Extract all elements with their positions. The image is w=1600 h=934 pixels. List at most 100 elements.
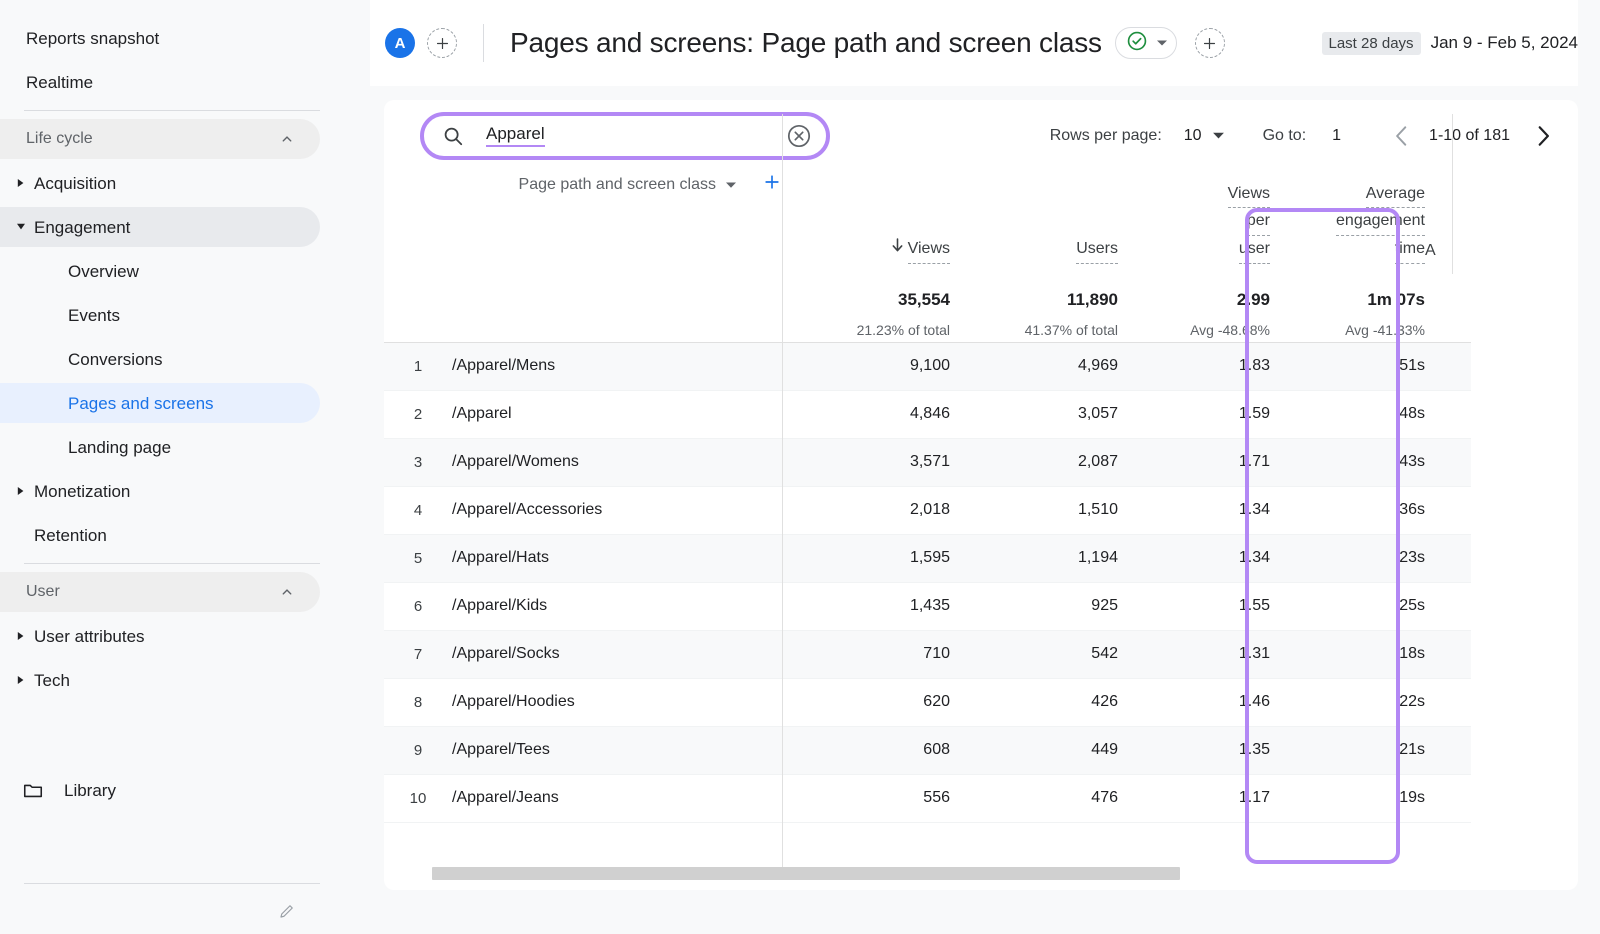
rows-per-page-chevron-down-icon[interactable] xyxy=(1212,127,1225,145)
row-views: 4,846 xyxy=(782,390,950,438)
rows-per-page-value[interactable]: 10 xyxy=(1184,127,1202,145)
row-views-per-user: 1.31 xyxy=(1118,630,1270,678)
dimension-column-header[interactable]: Page path and screen class xyxy=(452,172,782,342)
pagination-controls: Rows per page: 10 Go to: 1 1-10 of 181 xyxy=(1050,123,1578,149)
views-total: 35,554 xyxy=(898,286,950,314)
row-page-path[interactable]: /Apparel xyxy=(452,390,782,438)
sidebar-item-pages-and-screens[interactable]: Pages and screens xyxy=(0,383,320,423)
table-row[interactable]: 6 /Apparel/Kids 1,435 925 1.55 25s xyxy=(384,582,1471,630)
sidebar-item-label: Retention xyxy=(34,527,107,544)
sidebar-item-label: User attributes xyxy=(34,628,145,645)
add-comparison-button[interactable] xyxy=(427,28,457,58)
average-engagement-time-column-header[interactable]: Averageengagementtime 1m 07s Avg -41.33% xyxy=(1270,172,1425,342)
row-extra xyxy=(1425,678,1471,726)
row-page-path[interactable]: /Apparel/Kids xyxy=(452,582,782,630)
row-page-path[interactable]: /Apparel/Hoodies xyxy=(452,678,782,726)
table-column-separator xyxy=(782,114,783,874)
sidebar-item-reports-snapshot[interactable]: Reports snapshot xyxy=(0,18,320,58)
sidebar-item-engagement[interactable]: Engagement xyxy=(0,207,320,247)
sidebar-item-label: Events xyxy=(68,307,120,324)
go-to-value[interactable]: 1 xyxy=(1332,127,1341,145)
row-users: 426 xyxy=(950,678,1118,726)
search-icon xyxy=(442,125,464,147)
chevron-down-icon xyxy=(1156,34,1168,52)
chevron-up-icon xyxy=(278,130,296,148)
top-bar: A Pages and screens: Page path and scree… xyxy=(370,0,1600,86)
table-row[interactable]: 3 /Apparel/Womens 3,571 2,087 1.71 43s xyxy=(384,438,1471,486)
row-views: 710 xyxy=(782,630,950,678)
table-toolbar: Apparel Rows per page: 10 xyxy=(384,100,1578,172)
date-range-selector[interactable]: Last 28 days Jan 9 - Feb 5, 2024 xyxy=(1322,32,1579,55)
table-row[interactable]: 7 /Apparel/Socks 710 542 1.31 18s xyxy=(384,630,1471,678)
data-quality-chip[interactable] xyxy=(1115,27,1177,59)
sidebar-item-realtime[interactable]: Realtime xyxy=(0,62,320,102)
sidebar-item-tech[interactable]: Tech xyxy=(0,660,320,700)
sidebar-item-label: Acquisition xyxy=(34,175,116,192)
table-row[interactable]: 10 /Apparel/Jeans 556 476 1.17 19s xyxy=(384,774,1471,822)
table-row[interactable]: 9 /Apparel/Tees 608 449 1.35 21s xyxy=(384,726,1471,774)
row-avg-engagement-time: 43s xyxy=(1270,438,1425,486)
rank-column-header xyxy=(384,172,452,342)
sidebar-item-events[interactable]: Events xyxy=(0,295,320,335)
sidebar-item-monetization[interactable]: Monetization xyxy=(0,471,320,511)
dimension-chevron-down-icon[interactable] xyxy=(725,176,737,194)
search-input[interactable]: Apparel xyxy=(420,112,830,160)
views-column-header[interactable]: Views 35,554 21.23% of total xyxy=(782,172,950,342)
row-users: 476 xyxy=(950,774,1118,822)
sidebar-section-label: Life cycle xyxy=(26,131,93,147)
date-range-text: Jan 9 - Feb 5, 2024 xyxy=(1431,33,1578,53)
go-to-label: Go to: xyxy=(1263,127,1307,145)
sidebar-item-conversions[interactable]: Conversions xyxy=(0,339,320,379)
row-rank: 1 xyxy=(384,342,452,390)
row-extra xyxy=(1425,582,1471,630)
sidebar-section-life-cycle[interactable]: Life cycle xyxy=(0,119,320,159)
row-page-path[interactable]: /Apparel/Womens xyxy=(452,438,782,486)
dimension-selector-label: Page path and screen class xyxy=(519,176,716,194)
table-row[interactable]: 1 /Apparel/Mens 9,100 4,969 1.83 51s xyxy=(384,342,1471,390)
row-views-per-user: 1.34 xyxy=(1118,486,1270,534)
row-extra xyxy=(1425,342,1471,390)
row-views: 9,100 xyxy=(782,342,950,390)
row-users: 1,510 xyxy=(950,486,1118,534)
row-extra xyxy=(1425,390,1471,438)
row-avg-engagement-time: 18s xyxy=(1270,630,1425,678)
row-page-path[interactable]: /Apparel/Socks xyxy=(452,630,782,678)
clear-search-icon[interactable] xyxy=(786,123,812,149)
main-content: A Pages and screens: Page path and scree… xyxy=(370,0,1600,934)
search-input-value: Apparel xyxy=(486,125,545,147)
row-views-per-user: 1.83 xyxy=(1118,342,1270,390)
row-users: 2,087 xyxy=(950,438,1118,486)
table-row[interactable]: 5 /Apparel/Hats 1,595 1,194 1.34 23s xyxy=(384,534,1471,582)
row-page-path[interactable]: /Apparel/Accessories xyxy=(452,486,782,534)
users-total: 11,890 xyxy=(1067,286,1118,314)
add-dimension-icon[interactable] xyxy=(762,172,782,197)
page-title: Pages and screens: Page path and screen … xyxy=(510,27,1102,59)
sidebar-divider-1 xyxy=(24,110,320,111)
views-per-user-column-header[interactable]: Viewsperuser 2.99 Avg -48.68% xyxy=(1118,172,1270,342)
row-page-path[interactable]: /Apparel/Jeans xyxy=(452,774,782,822)
row-views: 1,595 xyxy=(782,534,950,582)
sidebar-item-acquisition[interactable]: Acquisition xyxy=(0,163,320,203)
sidebar-item-overview[interactable]: Overview xyxy=(0,251,320,291)
partial-column-header[interactable]: A x x xyxy=(1425,172,1471,342)
sort-descending-icon xyxy=(891,237,904,263)
previous-page-button[interactable] xyxy=(1389,123,1415,149)
row-page-path[interactable]: /Apparel/Mens xyxy=(452,342,782,390)
table-row[interactable]: 2 /Apparel 4,846 3,057 1.59 48s xyxy=(384,390,1471,438)
caret-right-icon xyxy=(8,178,34,188)
sidebar-item-landing-page[interactable]: Landing page xyxy=(0,427,320,467)
table-row[interactable]: 4 /Apparel/Accessories 2,018 1,510 1.34 … xyxy=(384,486,1471,534)
row-page-path[interactable]: /Apparel/Tees xyxy=(452,726,782,774)
next-page-button[interactable] xyxy=(1530,123,1556,149)
sidebar-item-user-attributes[interactable]: User attributes xyxy=(0,616,320,656)
sidebar-item-library[interactable]: Library xyxy=(0,770,320,810)
sidebar-item-retention[interactable]: Retention xyxy=(0,515,320,555)
row-page-path[interactable]: /Apparel/Hats xyxy=(452,534,782,582)
edit-pencil-icon[interactable] xyxy=(278,902,296,920)
users-column-header[interactable]: Users 11,890 41.37% of total xyxy=(950,172,1118,342)
sidebar-item-label: Conversions xyxy=(68,351,163,368)
table-row[interactable]: 8 /Apparel/Hoodies 620 426 1.46 22s xyxy=(384,678,1471,726)
sidebar-section-user[interactable]: User xyxy=(0,572,320,612)
horizontal-scrollbar[interactable] xyxy=(432,867,1180,880)
add-filter-button[interactable] xyxy=(1195,28,1225,58)
